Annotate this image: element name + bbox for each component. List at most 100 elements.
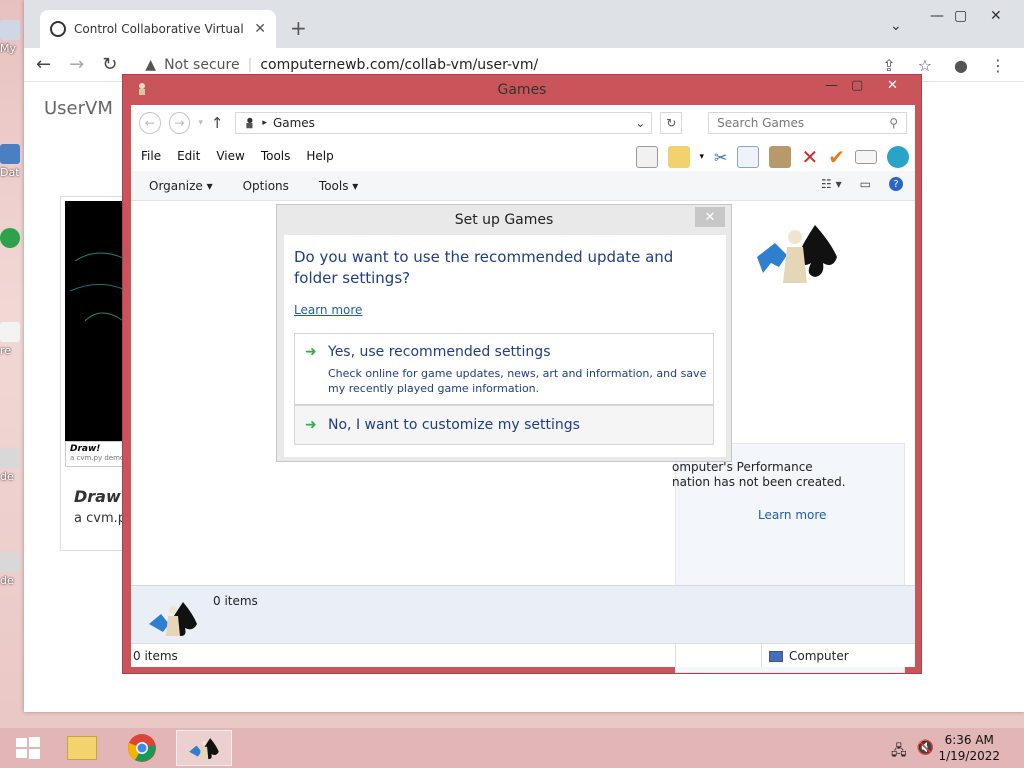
desktop-label: re [0,344,12,357]
help-icon[interactable]: ? [889,177,903,191]
network-icon[interactable]: 🖧 [891,740,907,764]
dialog-question: Do you want to use the recommended updat… [294,248,674,287]
volume-muted-icon[interactable]: 🔇 [917,740,934,764]
close-window-button[interactable]: ✕ [887,78,898,93]
tab-title: Control Collaborative Virtual Ma [74,22,247,36]
minimize-button[interactable]: — [930,8,944,24]
new-tab-button[interactable]: + [290,16,307,40]
minimize-button[interactable]: — [825,78,838,93]
bookmark-star-icon[interactable]: ☆ [918,56,932,75]
dialog-close-button[interactable]: ✕ [695,207,725,227]
performance-text: omputer's Performance nation has not bee… [672,460,852,490]
properties-icon[interactable] [855,150,877,164]
menu-view[interactable]: View [216,149,244,163]
menu-bar: File Edit View Tools Help ▾ ✂ ✕ ✔ [131,141,915,171]
dialog-titlebar[interactable]: Set up Games ✕ [277,205,731,233]
search-icon: ⚲ [889,116,898,130]
maximize-button[interactable]: ▢ [851,78,863,93]
globe-icon[interactable] [887,146,909,168]
delete-icon[interactable]: ✕ [801,145,818,169]
maximize-button[interactable]: ▢ [954,8,967,24]
preview-pane-icon[interactable]: ▭ [860,177,871,191]
address-box[interactable]: ▸ Games ⌄ [235,112,653,134]
forward-button[interactable]: → [168,112,191,134]
up-button[interactable]: ↑ [211,114,224,132]
status-divider [761,644,762,667]
desktop-label: Dat [0,166,20,179]
status-item-count: 0 items [133,649,178,663]
url-text: computernewb.com/collab-vm/user-vm/ [260,56,539,73]
games-icon [189,738,219,760]
option-yes-description: Check online for game updates, news, art… [328,367,707,395]
change-view-icon[interactable]: ☷ ▾ [821,177,842,191]
taskbar-games[interactable] [176,730,232,766]
option-yes-recommended[interactable]: ➜ Yes, use recommended settings Check on… [294,333,714,405]
vm-subheading: a cvm.p [74,511,126,526]
address-row: ← → ▾ ↑ ▸ Games ⌄ ↻ Search Games ⚲ [131,105,915,141]
menu-file[interactable]: File [141,149,161,163]
window-titlebar[interactable]: Games — ▢ ✕ [123,75,921,105]
cut-icon[interactable]: ✂ [714,148,727,167]
desktop-icon-de2[interactable]: de [0,552,24,587]
reload-button[interactable]: ↻ [102,54,117,75]
warning-icon: ▲ [145,56,157,73]
profile-avatar-icon[interactable]: ● [954,56,968,75]
chrome-icon [0,228,20,248]
copy-icon[interactable] [737,146,760,168]
file-icon [0,322,20,342]
menu-kebab-icon[interactable]: ⋮ [990,56,1006,75]
refresh-button[interactable]: ↻ [660,112,683,134]
folder-options-icon[interactable] [667,146,690,168]
share-icon[interactable]: ⇪ [882,56,895,75]
address-text: Games [272,116,315,130]
back-button[interactable]: ← [36,54,51,75]
start-button[interactable] [0,730,56,766]
options-button[interactable]: Options [243,179,289,193]
recent-locations-icon[interactable]: ▾ [198,118,203,128]
desktop-icon-my[interactable]: My [0,20,24,55]
games-icon [149,602,197,636]
status-location-text: Computer [789,649,849,663]
browser-tab[interactable]: Control Collaborative Virtual Ma ✕ [40,10,276,48]
games-icon [246,117,253,129]
status-divider [675,644,676,667]
taskbar-file-explorer[interactable] [54,730,110,766]
desktop-icon-chrome[interactable] [0,228,24,250]
address-bar[interactable]: ▲ Not secure | computernewb.com/collab-v… [145,57,538,73]
check-icon[interactable]: ✔ [828,145,845,169]
paste-icon[interactable] [769,146,792,168]
taskbar-clock[interactable]: 6:36 AM 1/19/2022 [938,732,1000,764]
close-tab-icon[interactable]: ✕ [254,21,266,37]
chevron-down-icon[interactable]: ▾ [700,152,705,162]
option-yes-label: Yes, use recommended settings [328,344,551,360]
search-placeholder: Search Games [717,116,805,130]
performance-learn-more-link[interactable]: Learn more [758,508,826,522]
option-no-customize[interactable]: ➜ No, I want to customize my settings [294,405,714,445]
menu-tools[interactable]: Tools [261,149,291,163]
forward-button[interactable]: → [69,54,84,75]
item-count: 0 items [213,594,258,608]
close-window-button[interactable]: ✕ [990,8,1002,24]
layout-pane-icon[interactable] [635,146,658,168]
toolbar-actions: ⇪ ☆ ● ⋮ [882,56,1006,75]
menu-help[interactable]: Help [306,149,333,163]
desktop-icon-de1[interactable]: de [0,448,24,483]
search-input[interactable]: Search Games ⚲ [708,112,907,134]
dialog-learn-more-link[interactable]: Learn more [294,303,362,317]
setup-games-dialog: Set up Games ✕ Do you want to use the re… [276,204,732,462]
menu-edit[interactable]: Edit [177,149,200,163]
details-pane: 0 items [131,585,915,643]
tab-search-icon[interactable]: ⌄ [890,18,902,34]
folder-icon [67,736,97,760]
desktop-icon-re[interactable]: re [0,322,24,357]
window-title: Games [497,82,547,98]
tools-button[interactable]: Tools ▾ [319,179,358,193]
dialog-body: Do you want to use the recommended updat… [284,235,726,457]
chevron-down-icon[interactable]: ⌄ [635,116,645,130]
back-button[interactable]: ← [139,112,161,134]
desktop-icon-data[interactable]: Dat [0,144,24,179]
taskbar-chrome[interactable] [114,730,170,766]
computer-icon [0,20,20,40]
tools-label: Tools [318,178,349,193]
organize-button[interactable]: Organize ▾ [149,179,213,193]
